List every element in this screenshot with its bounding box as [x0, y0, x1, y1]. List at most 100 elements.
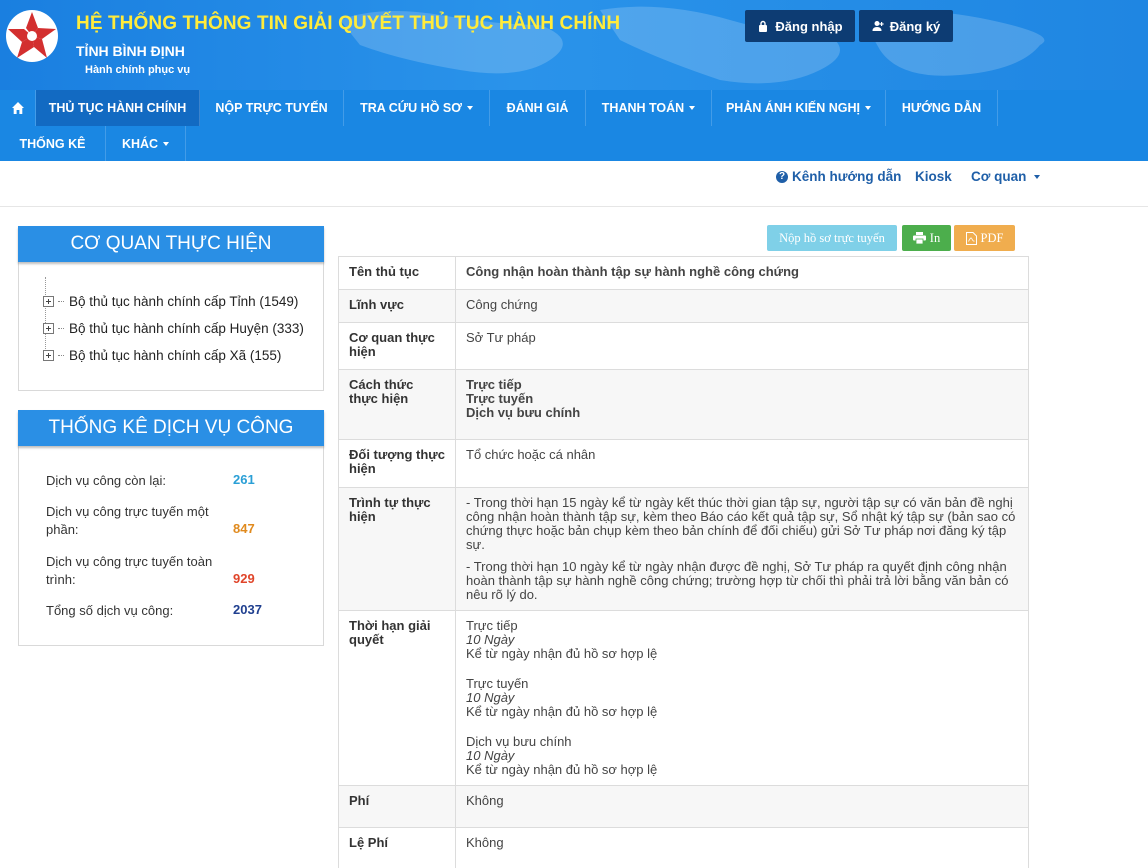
- register-label: Đăng ký: [889, 18, 941, 34]
- site-header: HỆ THỐNG THÔNG TIN GIẢI QUYẾT THỦ TỤC HÀ…: [0, 0, 1148, 90]
- pdf-label: PDF: [980, 230, 1004, 245]
- row-key: Lệ Phí: [338, 827, 456, 868]
- procedure-name: Công nhận hoàn thành tập sự hành nghề cô…: [455, 256, 1029, 290]
- nav-feedback[interactable]: PHẢN ÁNH KIẾN NGHỊ: [712, 90, 886, 126]
- nav-statistics[interactable]: THỐNG KÊ: [0, 126, 106, 162]
- row-key: Đối tượng thực hiện: [338, 439, 456, 488]
- login-label: Đăng nhập: [775, 18, 843, 34]
- pdf-button[interactable]: PDF: [954, 225, 1015, 251]
- procedure-detail-table: Tên thủ tục Công nhận hoàn thành tập sự …: [338, 256, 1029, 868]
- submit-online-label: Nộp hồ sơ trực tuyến: [779, 230, 885, 245]
- tree-connector: [45, 277, 46, 359]
- stats-panel-title: THỐNG KÊ DỊCH VỤ CÔNG: [18, 410, 324, 446]
- tree-dots: [58, 328, 64, 329]
- stat-label-total: Tổng số dịch vụ công:: [46, 603, 174, 618]
- row-key: Thời hạn giải quyết: [338, 610, 456, 786]
- table-row: Tên thủ tục Công nhận hoàn thành tập sự …: [338, 256, 1029, 290]
- nav-online-submit[interactable]: NỘP TRỰC TUYẾN: [200, 90, 344, 126]
- guide-channel-link[interactable]: ? Kênh hướng dẫn: [776, 169, 901, 184]
- method-values: Trực tiếp Trực tuyến Dịch vụ bưu chính: [455, 369, 1029, 440]
- stat-value-total[interactable]: 2037: [233, 602, 262, 617]
- main-nav: THỦ TỤC HÀNH CHÍNH NỘP TRỰC TUYẾN TRA CỨ…: [0, 90, 1148, 162]
- nav-procedures[interactable]: THỦ TỤC HÀNH CHÍNH: [36, 90, 200, 126]
- stat-value-partial[interactable]: 847: [233, 521, 255, 536]
- tree-item-label: Bộ thủ tục hành chính cấp Xã (155): [69, 348, 282, 363]
- nav-lookup-label: TRA CỨU HỒ SƠ: [360, 101, 462, 115]
- tree-item-province[interactable]: Bộ thủ tục hành chính cấp Tỉnh (1549): [43, 294, 298, 309]
- pdf-file-icon: [965, 231, 977, 245]
- table-row: Thời hạn giải quyết Trực tiếp 10 Ngày Kể…: [338, 610, 1029, 786]
- stat-label-remaining: Dịch vụ công còn lại:: [46, 473, 166, 488]
- register-button[interactable]: Đăng ký: [859, 10, 953, 42]
- row-key: Lĩnh vực: [338, 289, 456, 323]
- tree-item-label: Bộ thủ tục hành chính cấp Huyện (333): [69, 321, 304, 336]
- process-value: - Trong thời hạn 15 ngày kể từ ngày kết …: [455, 487, 1029, 611]
- row-key: Trình tự thực hiện: [338, 487, 456, 611]
- site-slogan: Hành chính phục vụ: [85, 64, 191, 76]
- deadline-value: Trực tiếp 10 Ngày Kể từ ngày nhận đủ hồ …: [455, 610, 1029, 786]
- nav-lookup[interactable]: TRA CỨU HỒ SƠ: [344, 90, 490, 126]
- expand-icon[interactable]: [43, 296, 54, 307]
- deadline-note: Kể từ ngày nhận đủ hồ sơ hợp lệ: [466, 762, 658, 777]
- deadline-note: Kể từ ngày nhận đủ hồ sơ hợp lệ: [466, 704, 658, 719]
- nav-evaluate-label: ĐÁNH GIÁ: [506, 101, 569, 115]
- tree-dots: [58, 355, 64, 356]
- nav-procedures-label: THỦ TỤC HÀNH CHÍNH: [48, 101, 187, 115]
- site-subtitle: TỈNH BÌNH ĐỊNH: [76, 43, 185, 59]
- nav-online-submit-label: NỘP TRỰC TUYẾN: [215, 101, 328, 115]
- expand-icon[interactable]: [43, 350, 54, 361]
- deadline-block: Trực tuyến 10 Ngày Kể từ ngày nhận đủ hồ…: [466, 677, 1018, 719]
- tree-dots: [58, 301, 64, 302]
- submit-online-button[interactable]: Nộp hồ sơ trực tuyến: [767, 225, 897, 251]
- stats-panel: THỐNG KÊ DỊCH VỤ CÔNG Dịch vụ công còn l…: [18, 410, 324, 646]
- deadline-time: 10 Ngày: [466, 632, 515, 647]
- nav-payment[interactable]: THANH TOÁN: [586, 90, 712, 126]
- site-title: HỆ THỐNG THÔNG TIN GIẢI QUYẾT THỦ TỤC HÀ…: [76, 13, 621, 34]
- table-row: Trình tự thực hiện - Trong thời hạn 15 n…: [338, 487, 1029, 611]
- deadline-note: Kể từ ngày nhận đủ hồ sơ hợp lệ: [466, 646, 658, 661]
- print-button[interactable]: In: [902, 225, 951, 251]
- chevron-down-icon: [865, 106, 872, 110]
- field-value: Công chứng: [455, 289, 1029, 323]
- kiosk-link[interactable]: Kiosk: [915, 169, 952, 184]
- target-value: Tổ chức hoặc cá nhân: [455, 439, 1029, 488]
- chevron-down-icon: [689, 106, 696, 110]
- chevron-down-icon: [466, 106, 473, 110]
- chevron-down-icon: [163, 142, 170, 146]
- nav-statistics-label: THỐNG KÊ: [19, 137, 86, 151]
- home-icon: [11, 102, 24, 114]
- agency-panel-title: CƠ QUAN THỰC HIỆN: [18, 226, 324, 262]
- deadline-time: 10 Ngày: [466, 690, 515, 705]
- agency-value: Sở Tư pháp: [455, 322, 1029, 370]
- nav-evaluate[interactable]: ĐÁNH GIÁ: [490, 90, 586, 126]
- nav-feedback-label: PHẢN ÁNH KIẾN NGHỊ: [725, 101, 861, 115]
- table-row: Cơ quan thực hiện Sở Tư pháp: [338, 322, 1029, 370]
- agency-dropdown[interactable]: Cơ quan: [971, 169, 1041, 184]
- nav-other-label: KHÁC: [121, 137, 159, 151]
- tree-item-label: Bộ thủ tục hành chính cấp Tỉnh (1549): [69, 294, 299, 309]
- nav-other[interactable]: KHÁC: [106, 126, 186, 162]
- add-user-icon: [872, 21, 884, 31]
- charge-value: Không: [455, 827, 1029, 868]
- expand-icon[interactable]: [43, 323, 54, 334]
- stat-value-remaining[interactable]: 261: [233, 472, 255, 487]
- stat-label-full: Dịch vụ công trực tuyến toàn trình:: [46, 554, 213, 587]
- fee-value: Không: [455, 785, 1029, 828]
- tree-item-district[interactable]: Bộ thủ tục hành chính cấp Huyện (333): [43, 321, 304, 336]
- table-row: Lĩnh vực Công chứng: [338, 289, 1029, 323]
- chevron-down-icon: [1034, 174, 1041, 179]
- login-button[interactable]: Đăng nhập: [745, 10, 855, 42]
- nav-home[interactable]: [0, 90, 36, 126]
- secondary-nav: ? Kênh hướng dẫn Kiosk Cơ quan: [0, 161, 1148, 207]
- nav-guide[interactable]: HƯỚNG DẪN: [886, 90, 998, 126]
- table-row: Đối tượng thực hiện Tổ chức hoặc cá nhân: [338, 439, 1029, 488]
- table-row: Cách thức thực hiện Trực tiếp Trực tuyến…: [338, 369, 1029, 440]
- process-paragraph: - Trong thời hạn 15 ngày kể từ ngày kết …: [466, 495, 1016, 552]
- print-label: In: [929, 230, 941, 245]
- row-key: Cách thức thực hiện: [338, 369, 456, 440]
- logo-icon: [6, 10, 58, 62]
- kiosk-label: Kiosk: [915, 169, 952, 184]
- stat-value-full[interactable]: 929: [233, 571, 255, 586]
- tree-item-commune[interactable]: Bộ thủ tục hành chính cấp Xã (155): [43, 348, 281, 363]
- deadline-method: Trực tiếp: [466, 618, 518, 633]
